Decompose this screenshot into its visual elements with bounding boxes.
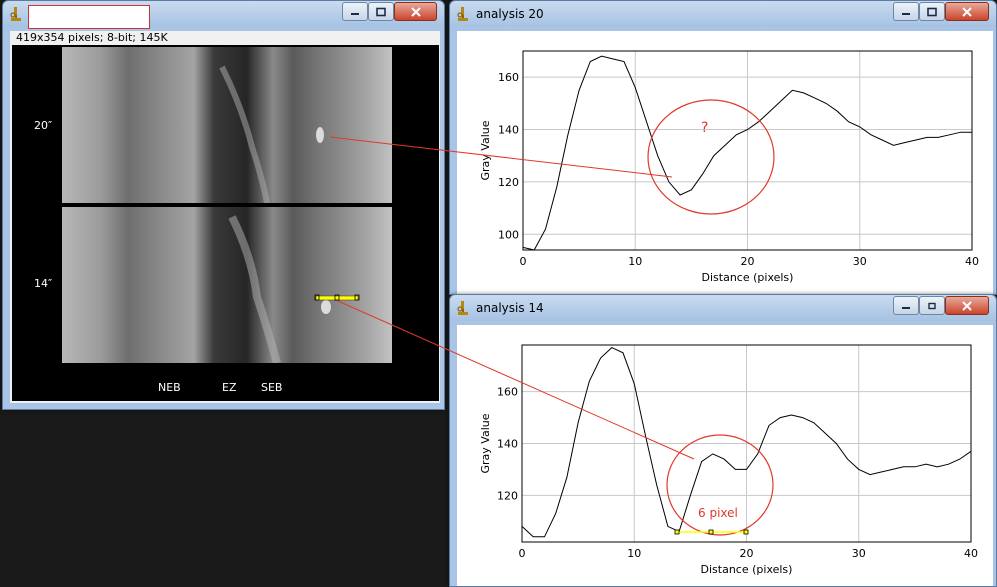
jupiter-image-14	[62, 207, 392, 363]
maximize-icon	[927, 7, 937, 16]
imagej-microscope-icon	[457, 301, 468, 315]
x-tick-label: 0	[519, 547, 526, 560]
label-14: 14″	[34, 277, 53, 290]
label-neb: NEB	[158, 381, 181, 394]
minimize-icon	[351, 12, 359, 15]
x-tick-label: 20	[741, 255, 755, 268]
maximize-button[interactable]	[919, 2, 945, 21]
plot20-title-bar[interactable]: analysis 20	[450, 1, 996, 27]
x-tick-label: 10	[628, 255, 642, 268]
y-tick-label: 120	[497, 489, 518, 502]
imagej-microscope-icon	[457, 7, 468, 21]
x-axis-label: Distance (pixels)	[702, 271, 794, 284]
y-tick-label: 120	[498, 176, 519, 189]
minimize-icon	[902, 12, 910, 15]
restore-button[interactable]	[919, 296, 945, 315]
image-window-content: 419x354 pixels; 8-bit; 145K 20″ 14″ NEB …	[10, 31, 440, 403]
label-ez: EZ	[222, 381, 237, 394]
close-icon	[962, 6, 972, 17]
minimize-button[interactable]	[893, 296, 919, 315]
jupiter-image-20	[62, 47, 392, 203]
plot20-title: analysis 20	[476, 7, 544, 21]
y-tick-label: 140	[498, 124, 519, 137]
close-button[interactable]	[945, 296, 989, 315]
label-seb: SEB	[261, 381, 283, 394]
x-axis-label: Distance (pixels)	[701, 563, 793, 576]
x-tick-label: 30	[852, 547, 866, 560]
maximize-button[interactable]	[368, 2, 394, 21]
x-tick-label: 10	[627, 547, 641, 560]
y-tick-label: 100	[498, 228, 519, 241]
profile-plot-20: 0 10 20 30 40 100 120 140 160 Distance (pixels) Gr…	[479, 50, 979, 284]
minimize-icon	[902, 306, 910, 309]
y-tick-label: 160	[498, 71, 519, 84]
y-axis-label: Gray Value	[479, 413, 492, 473]
line-selection[interactable]	[315, 295, 359, 301]
label-20: 20″	[34, 119, 53, 132]
imagej-microscope-icon	[10, 7, 21, 21]
image-info-text: 419x354 pixels; 8-bit; 145K	[16, 31, 168, 44]
image-window[interactable]: 419x354 pixels; 8-bit; 145K 20″ 14″ NEB …	[2, 0, 445, 410]
x-tick-label: 20	[740, 547, 754, 560]
width-annotation: 6 pixel	[698, 506, 738, 520]
x-tick-label: 40	[965, 255, 979, 268]
plot14-canvas: 0 10 20 30 40 120 140 160 Distance (pixels) Gray …	[457, 325, 993, 586]
x-tick-label: 30	[853, 255, 867, 268]
plot-window-14[interactable]: analysis 14 0 10 20 30 40 120 140 160 Distance (…	[449, 294, 997, 587]
y-axis-label: Gray Value	[479, 120, 492, 180]
image-canvas[interactable]: 20″ 14″ NEB EZ SEB	[12, 45, 439, 401]
image-window-title-bar[interactable]	[3, 1, 444, 29]
plot20-canvas: 0 10 20 30 40 100 120 140 160 Distance (pixels) Gr…	[457, 31, 993, 294]
x-tick-label: 40	[964, 547, 978, 560]
minimize-button[interactable]	[342, 2, 368, 21]
profile-plot-14: 0 10 20 30 40 120 140 160 Distance (pixels) Gray …	[479, 344, 978, 576]
plot14-title: analysis 14	[476, 301, 544, 315]
y-tick-label: 160	[497, 386, 518, 399]
y-tick-label: 140	[497, 438, 518, 451]
close-button[interactable]	[394, 2, 437, 21]
image-title-field[interactable]	[28, 5, 150, 29]
plot14-title-bar[interactable]: analysis 14	[450, 295, 996, 321]
restore-icon	[928, 302, 936, 309]
question-annotation: ?	[701, 120, 709, 136]
close-icon	[410, 6, 421, 17]
x-tick-label: 0	[520, 255, 527, 268]
close-button[interactable]	[945, 2, 989, 21]
close-icon	[962, 300, 972, 311]
minimize-button[interactable]	[893, 2, 919, 21]
plot-window-20[interactable]: analysis 20 0 10 20 30 40 100 120 140 160 Distanc…	[449, 0, 997, 295]
maximize-icon	[376, 7, 386, 16]
